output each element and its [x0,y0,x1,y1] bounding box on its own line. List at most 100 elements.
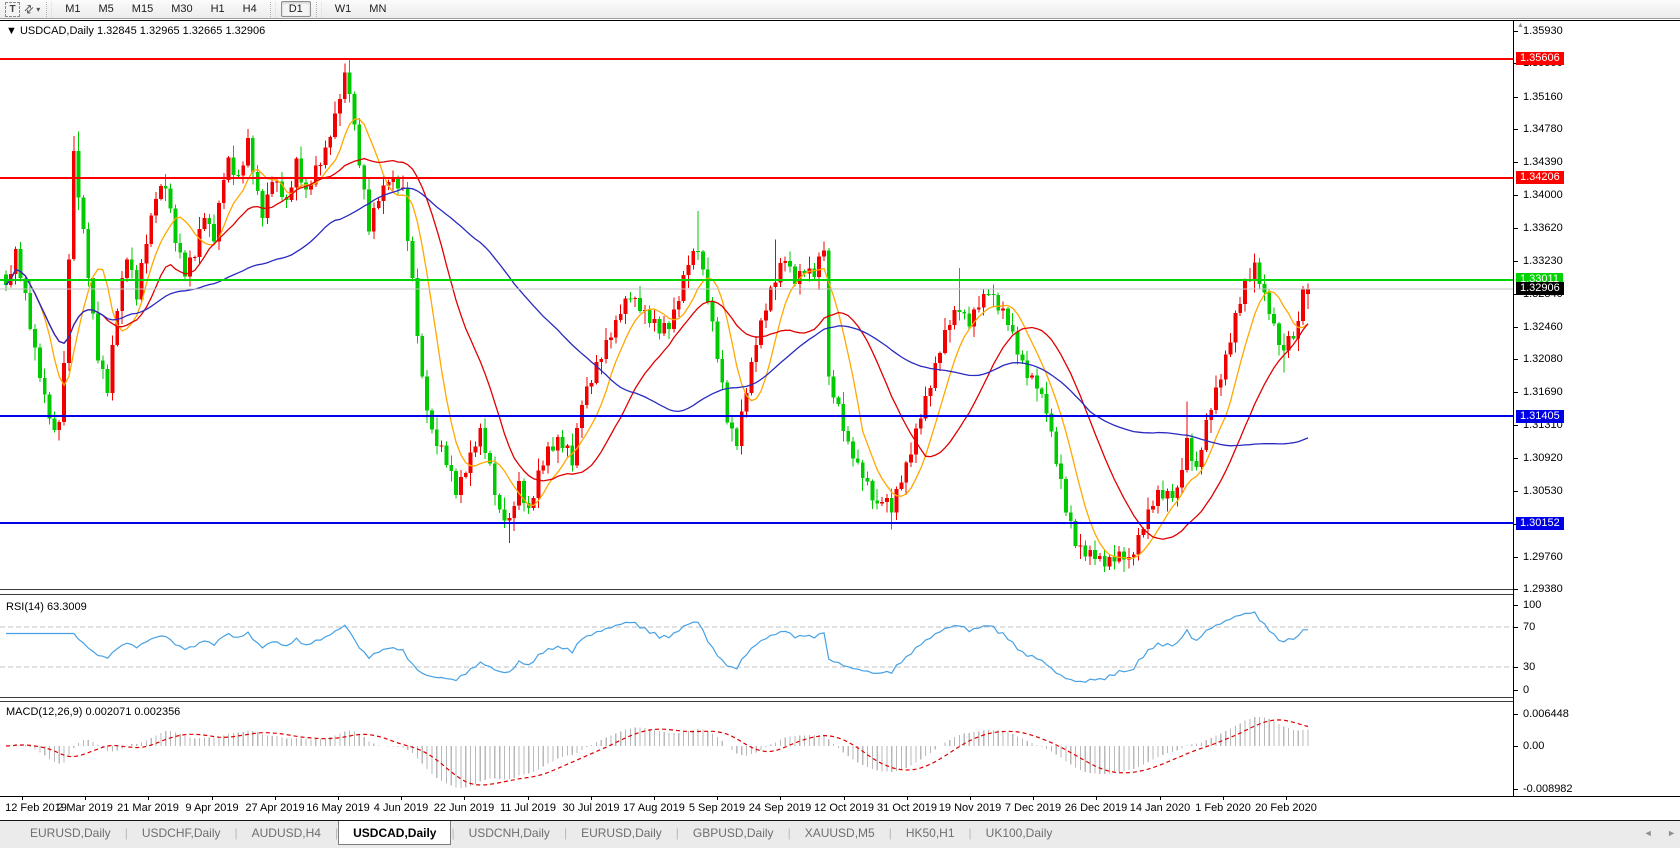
rsi-plot[interactable] [0,597,1513,697]
text-tool-button[interactable]: T [5,1,20,17]
date-tick-mark [464,797,465,800]
chart-tab-usdchf-daily[interactable]: USDCHF,Daily [128,821,235,845]
date-tick-mark [528,797,529,800]
date-label: 24 Sep 2019 [748,802,812,814]
date-tick-mark [1286,797,1287,800]
timeframe-button-h1[interactable]: H1 [203,1,233,17]
current-price-tag: 1.32906 [1516,282,1564,295]
cycle-arrows-button[interactable]: ⇅ ▾ [20,1,41,17]
chart-tab-eurusd-daily[interactable]: EURUSD,Daily [567,821,676,845]
price-tick-label: 1.29380 [1523,583,1563,595]
timeframe-button-h4[interactable]: H4 [235,1,265,17]
rsi-tick-mark [1514,690,1518,691]
date-label: 21 Mar 2019 [117,802,179,814]
macd-scale-label: 0.00 [1523,740,1545,752]
hline-price-tag: 1.34206 [1516,171,1564,184]
date-label: 26 Dec 2019 [1064,802,1128,814]
date-label: 2 Mar 2019 [57,802,113,814]
date-tick-mark [22,797,23,800]
date-label: 30 Jul 2019 [562,802,620,814]
date-label: 22 Jun 2019 [433,802,495,814]
date-label: 17 Aug 2019 [623,802,685,814]
price-tick-label: 1.34000 [1523,189,1563,201]
timeframe-button-m1[interactable]: M1 [57,1,88,17]
rsi-scale-label: 70 [1523,621,1536,633]
candlestick-plot[interactable] [0,21,1513,589]
toolbar-separator [269,1,276,17]
price-tick-label: 1.34780 [1523,123,1563,135]
tab-scroll-right-icon[interactable]: ► [1667,828,1676,838]
chart-tab-hk50-h1[interactable]: HK50,H1 [892,821,969,845]
price-tick-mark [1514,228,1518,229]
toolbar-separator [315,1,322,17]
cycle-arrows-icon: ⇅ [20,1,36,17]
chart-tab-usdcad-daily[interactable]: USDCAD,Daily [338,821,452,845]
date-tick-mark [85,797,86,800]
timeframe-button-w1[interactable]: W1 [327,1,360,17]
rsi-indicator-pane[interactable]: RSI(14) 63.3009 [0,597,1513,697]
date-tick-mark [338,797,339,800]
tab-scroll-left-icon[interactable]: ◄ [1644,828,1653,838]
price-tick-mark [1514,589,1518,590]
timeframe-button-mn[interactable]: MN [361,1,394,17]
date-label: 27 Apr 2019 [245,802,305,814]
chart-tab-audusd-h4[interactable]: AUDUSD,H4 [238,821,335,845]
date-tick-mark [1033,797,1034,800]
macd-scale-label: -0.008982 [1523,783,1573,795]
price-tick-mark [1514,359,1518,360]
timeframe-button-m30[interactable]: M30 [163,1,200,17]
price-tick-label: 1.32460 [1523,321,1563,333]
date-tick-mark [717,797,718,800]
date-tick-mark [275,797,276,800]
chevron-down-icon: ▾ [36,4,41,14]
macd-indicator-pane[interactable]: MACD(12,26,9) 0.002071 0.002356 [0,702,1513,796]
timeframe-button-m5[interactable]: M5 [91,1,122,17]
price-tick-label: 1.29760 [1523,551,1563,563]
date-tick-mark [148,797,149,800]
pane-divider[interactable] [0,589,1680,597]
date-tick-mark [907,797,908,800]
price-tick-mark [1514,261,1518,262]
time-axis[interactable]: 12 Feb 2019 2 Mar 2019 21 Mar 2019 9 Apr 20… [0,796,1680,821]
date-label: 7 Dec 2019 [1004,802,1062,814]
chart-tab-gbpusd-daily[interactable]: GBPUSD,Daily [679,821,788,845]
price-tick-mark [1514,195,1518,196]
timeframe-button-m15[interactable]: M15 [124,1,161,17]
macd-tick-mark [1514,714,1518,715]
price-tick-label: 1.31690 [1523,386,1563,398]
rsi-tick-mark [1514,667,1518,668]
chart-tab-usdcnh-daily[interactable]: USDCNH,Daily [455,821,564,845]
rsi-scale-label: 100 [1523,599,1542,611]
rsi-scale-label: 0 [1523,684,1530,696]
date-label: 5 Sep 2019 [688,802,746,814]
macd-plot[interactable] [0,702,1513,796]
trading-platform-window: T ⇅ ▾ M1 M5 M15 M30 H1 H4 D1 W1 MN ▼ USDCAD,Dail… [0,0,1680,848]
date-label: 14 Jan 2020 [1129,802,1191,814]
macd-tick-mark [1514,746,1518,747]
timeframe-button-row: M1 M5 M15 M30 H1 H4 D1 W1 MN [56,1,395,17]
price-tick-label: 1.34390 [1523,156,1563,168]
date-tick-mark [844,797,845,800]
date-tick-mark [970,797,971,800]
main-chart-pane[interactable]: ▼ USDCAD,Daily 1.32845 1.32965 1.32665 1… [0,21,1513,589]
chart-tab-eurusd-daily[interactable]: EURUSD,Daily [16,821,125,845]
price-tick-mark [1514,458,1518,459]
price-tick-mark [1514,392,1518,393]
date-tick-mark [401,797,402,800]
date-tick-mark [591,797,592,800]
chart-tab-uk100-daily[interactable]: UK100,Daily [972,821,1067,845]
price-tick-label: 1.33620 [1523,222,1563,234]
date-tick-mark [1223,797,1224,800]
date-label: 12 Oct 2019 [814,802,874,814]
date-tick-mark [1160,797,1161,800]
timeframe-button-d1[interactable]: D1 [280,1,311,17]
chart-tab-xauusd-m5[interactable]: XAUUSD,M5 [791,821,889,845]
rsi-tick-mark [1514,605,1518,606]
chart-area: ▼ USDCAD,Daily 1.32845 1.32965 1.32665 1… [0,20,1680,821]
macd-scale-label: 0.006448 [1523,708,1569,720]
date-label: 4 Jun 2019 [373,802,429,814]
price-scale[interactable]: ▲ 1.359301.355501.351601.347801.343901.3… [1513,21,1680,796]
price-tick-mark [1514,425,1518,426]
price-tick-label: 1.30530 [1523,485,1563,497]
rsi-scale-label: 30 [1523,661,1536,673]
